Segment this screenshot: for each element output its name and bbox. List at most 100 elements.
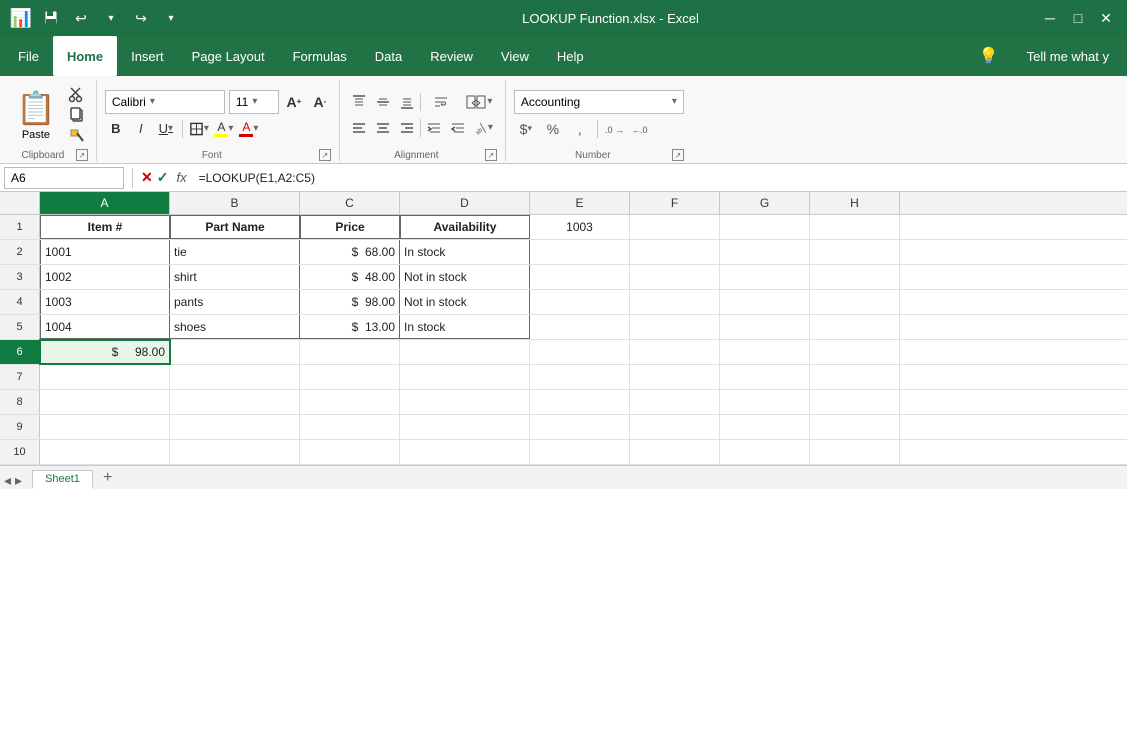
cell-d10[interactable] <box>400 440 530 464</box>
cell-b6[interactable] <box>170 340 300 364</box>
cell-d7[interactable] <box>400 365 530 389</box>
cell-g2[interactable] <box>720 240 810 264</box>
cell-f8[interactable] <box>630 390 720 414</box>
cell-d6[interactable] <box>400 340 530 364</box>
align-right-button[interactable] <box>396 117 418 139</box>
cell-b10[interactable] <box>170 440 300 464</box>
col-header-d[interactable]: D <box>400 192 530 214</box>
underline-button[interactable]: U▾ <box>155 118 177 140</box>
cell-h1[interactable] <box>810 215 900 239</box>
comma-button[interactable]: , <box>568 118 592 140</box>
cell-c6[interactable] <box>300 340 400 364</box>
col-header-e[interactable]: E <box>530 192 630 214</box>
cell-h5[interactable] <box>810 315 900 339</box>
cell-b1[interactable]: Part Name <box>170 215 300 239</box>
paste-button[interactable]: 📋 Paste <box>10 87 62 143</box>
copy-button[interactable] <box>66 106 88 124</box>
cell-b5[interactable]: shoes <box>170 315 300 339</box>
cell-a9[interactable] <box>40 415 170 439</box>
orientation-button[interactable]: ab ▾ <box>471 117 493 139</box>
cell-e9[interactable] <box>530 415 630 439</box>
cell-g1[interactable] <box>720 215 810 239</box>
col-header-b[interactable]: B <box>170 192 300 214</box>
menu-page-layout[interactable]: Page Layout <box>178 36 279 76</box>
cell-h4[interactable] <box>810 290 900 314</box>
fill-color-button[interactable]: A ▾ <box>213 118 235 140</box>
cell-h9[interactable] <box>810 415 900 439</box>
menu-formulas[interactable]: Formulas <box>279 36 361 76</box>
formula-confirm-button[interactable]: ✓ <box>157 169 169 186</box>
cell-e4[interactable] <box>530 290 630 314</box>
cell-a8[interactable] <box>40 390 170 414</box>
minimize-button[interactable]: ─ <box>1039 7 1061 29</box>
col-header-c[interactable]: C <box>300 192 400 214</box>
cell-a4[interactable]: 1003 <box>40 290 170 314</box>
font-shrink-button[interactable]: A- <box>309 91 331 113</box>
cell-c1[interactable]: Price <box>300 215 400 239</box>
row-number-3[interactable]: 3 <box>0 265 40 289</box>
cell-d8[interactable] <box>400 390 530 414</box>
cell-e8[interactable] <box>530 390 630 414</box>
cell-g6[interactable] <box>720 340 810 364</box>
quick-access-arrow[interactable]: ▾ <box>160 7 182 29</box>
cell-g7[interactable] <box>720 365 810 389</box>
row-number-6[interactable]: 6 <box>0 340 40 364</box>
font-grow-button[interactable]: A+ <box>283 91 305 113</box>
name-box[interactable] <box>4 167 124 189</box>
col-header-a[interactable]: A <box>40 192 170 214</box>
col-header-f[interactable]: F <box>630 192 720 214</box>
cell-e3[interactable] <box>530 265 630 289</box>
row-number-1[interactable]: 1 <box>0 215 40 239</box>
cell-f2[interactable] <box>630 240 720 264</box>
cell-h3[interactable] <box>810 265 900 289</box>
menu-view[interactable]: View <box>487 36 543 76</box>
cell-c3[interactable]: $ 48.00 <box>300 265 400 289</box>
cell-b3[interactable]: shirt <box>170 265 300 289</box>
cell-h8[interactable] <box>810 390 900 414</box>
format-painter-button[interactable] <box>66 127 88 145</box>
menu-home[interactable]: Home <box>53 36 117 76</box>
cell-a7[interactable] <box>40 365 170 389</box>
wrap-text-button[interactable] <box>423 91 459 113</box>
menu-help[interactable]: Help <box>543 36 598 76</box>
row-number-2[interactable]: 2 <box>0 240 40 264</box>
font-name-dropdown[interactable]: Calibri ▾ <box>105 90 225 114</box>
font-color-button[interactable]: A ▾ <box>238 118 260 140</box>
cell-f10[interactable] <box>630 440 720 464</box>
cell-g3[interactable] <box>720 265 810 289</box>
maximize-button[interactable]: □ <box>1067 7 1089 29</box>
cell-d5[interactable]: In stock <box>400 315 530 339</box>
cell-c7[interactable] <box>300 365 400 389</box>
menu-data[interactable]: Data <box>361 36 416 76</box>
col-header-g[interactable]: G <box>720 192 810 214</box>
cell-a5[interactable]: 1004 <box>40 315 170 339</box>
align-left-button[interactable] <box>348 117 370 139</box>
cell-f9[interactable] <box>630 415 720 439</box>
menu-review[interactable]: Review <box>416 36 487 76</box>
cell-b4[interactable]: pants <box>170 290 300 314</box>
decrease-indent-button[interactable] <box>423 117 445 139</box>
cell-f3[interactable] <box>630 265 720 289</box>
border-button[interactable]: ▾ <box>188 118 210 140</box>
formula-cancel-button[interactable]: ✕ <box>141 169 153 186</box>
cell-g10[interactable] <box>720 440 810 464</box>
cell-f7[interactable] <box>630 365 720 389</box>
cell-a2[interactable]: 1001 <box>40 240 170 264</box>
menu-insert[interactable]: Insert <box>117 36 178 76</box>
cell-a1[interactable]: Item # <box>40 215 170 239</box>
cell-c9[interactable] <box>300 415 400 439</box>
bold-button[interactable]: B <box>105 118 127 140</box>
cell-e10[interactable] <box>530 440 630 464</box>
cell-c2[interactable]: $ 68.00 <box>300 240 400 264</box>
row-number-9[interactable]: 9 <box>0 415 40 439</box>
align-middle-button[interactable] <box>372 91 394 113</box>
save-button[interactable] <box>40 7 62 29</box>
cell-f4[interactable] <box>630 290 720 314</box>
decrease-decimal-button[interactable]: ←.0 <box>630 118 654 140</box>
sheet-nav-left[interactable]: ◂ <box>4 472 11 489</box>
cell-g9[interactable] <box>720 415 810 439</box>
align-center-button[interactable] <box>372 117 394 139</box>
cell-f5[interactable] <box>630 315 720 339</box>
cut-button[interactable] <box>66 85 88 103</box>
clipboard-dialog-launcher[interactable]: ↗ <box>76 149 88 161</box>
